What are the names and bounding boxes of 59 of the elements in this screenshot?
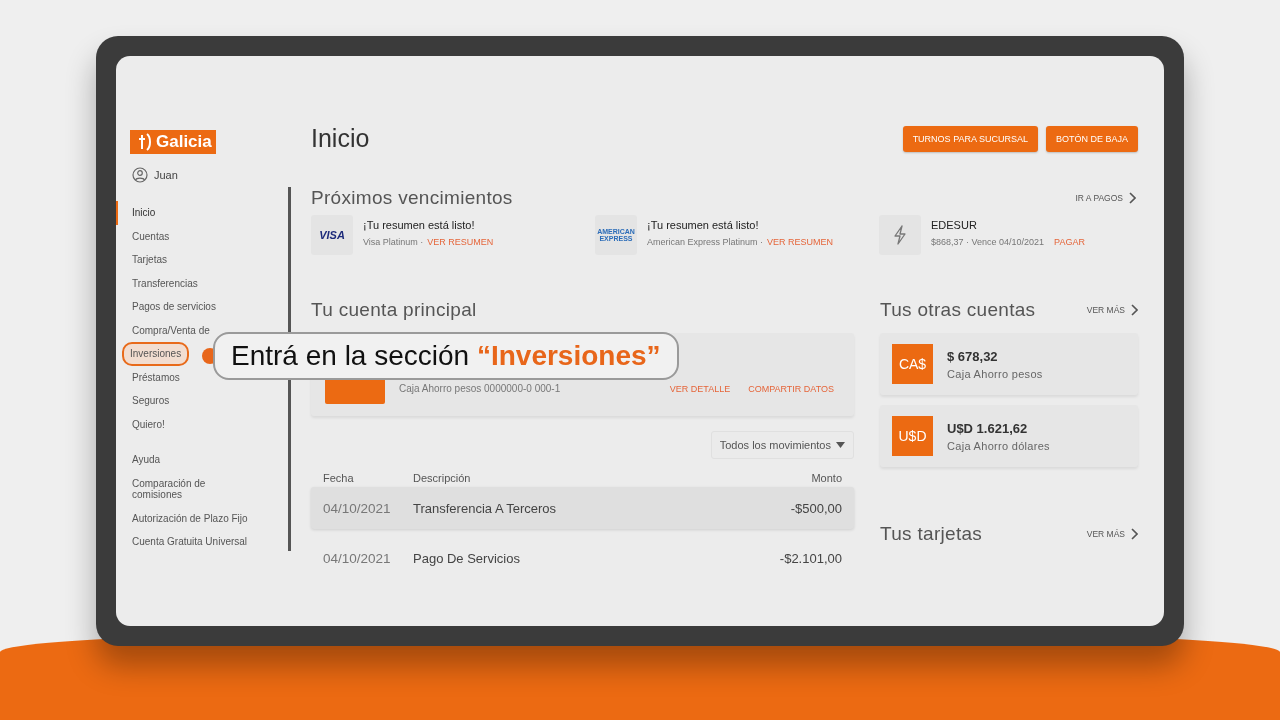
account-balance: U$D 1.621,62 — [947, 420, 1029, 436]
item-subtitle: $868,37 · Vence 04/10/2021 — [931, 237, 1045, 247]
chevron-icon — [1130, 528, 1138, 540]
account-balance: $ 678,32 — [947, 348, 999, 364]
item-title: ¡Tu resumen está listo! — [363, 219, 476, 231]
sidebar-item[interactable]: Comparación de comisiones — [116, 471, 256, 507]
table-row[interactable]: 04/10/2021 Pago De Servicios -$2.101,00 — [311, 537, 854, 579]
item-subtitle: American Express Platinum · — [647, 237, 764, 247]
logo-text: VISA — [319, 229, 345, 241]
sidebar-item[interactable]: Inversiones — [122, 342, 190, 366]
go-to-payments-link[interactable]: IR A PAGOS — [1075, 192, 1136, 204]
sidebar-item[interactable]: Cuenta Gratuita Universal — [116, 530, 250, 554]
sidebar-item[interactable]: Préstamos — [116, 365, 182, 389]
table-cell-text: 04/10/2021 — [323, 500, 392, 516]
see-more-link[interactable]: VER MÁS — [1086, 304, 1138, 316]
see-more-link[interactable]: VER MÁS — [1086, 528, 1138, 540]
column-header: Fecha — [323, 472, 355, 484]
lightning-icon — [893, 225, 907, 245]
section-title: Tu cuenta principal — [311, 299, 478, 321]
user-name: Juan — [154, 169, 178, 181]
item-subtitle: Visa Platinum · — [363, 237, 424, 247]
sidebar-item[interactable]: Cuentas — [116, 224, 172, 248]
sidebar-item[interactable]: Quiero! — [116, 412, 167, 436]
account-name: Caja Ahorro pesos — [947, 367, 1043, 380]
callout-text: Entrá en la sección “Inversiones” — [213, 332, 679, 380]
item-title: EDESUR — [931, 219, 978, 231]
table-cell-text: -$2.101,00 — [778, 550, 842, 566]
section-title: Próximos vencimientos — [311, 187, 513, 209]
column-header: Descripción — [413, 472, 472, 484]
table-cell-text: -$500,00 — [789, 500, 842, 516]
movements-dropdown[interactable]: Todos los movimientos — [710, 431, 854, 459]
sidebar-item[interactable]: Tarjetas — [116, 248, 169, 272]
chevron-icon — [1128, 192, 1136, 204]
section-title: Tus tarjetas — [880, 523, 983, 545]
currency-badge: U$D — [892, 416, 933, 456]
sidebar-item[interactable]: Ayuda — [116, 448, 163, 472]
chevron-icon — [1130, 304, 1138, 316]
account-name: Caja Ahorro dólares — [947, 439, 1050, 452]
sidebar-item[interactable]: Pagos de servicios — [116, 295, 218, 319]
sidebar-item[interactable]: Transferencias — [116, 271, 200, 295]
table-row[interactable]: 04/10/2021 Transferencia A Terceros -$500,00 — [311, 487, 854, 529]
logo-text: Galicia — [156, 132, 212, 152]
user-icon — [132, 167, 148, 183]
account-card[interactable]: CA$ $ 678,32 Caja Ahorro pesos — [880, 333, 1138, 395]
caret-icon — [836, 442, 845, 448]
column-header: Monto — [810, 472, 842, 484]
table-cell-text: Pago De Servicios — [413, 550, 521, 566]
sidebar-item[interactable]: Autorización de Plazo Fijo — [116, 506, 250, 530]
page-title: Inicio — [311, 124, 370, 153]
item-title: ¡Tu resumen está listo! — [647, 219, 760, 231]
section-title: Tus otras cuentas — [880, 299, 1036, 321]
account-description: Caja Ahorro pesos 0000000-0 000-1 — [399, 383, 561, 394]
account-card[interactable]: U$D U$D 1.621,62 Caja Ahorro dólares — [880, 405, 1138, 467]
sidebar-item[interactable]: Inicio — [116, 201, 158, 225]
sidebar-item[interactable]: Compra/Venta de — [116, 318, 212, 342]
currency-badge: CA$ — [892, 344, 933, 384]
table-cell-text: Transferencia A Terceros — [413, 500, 558, 516]
table-cell-text: 04/10/2021 — [323, 550, 392, 566]
sidebar-item[interactable]: Seguros — [116, 389, 172, 413]
